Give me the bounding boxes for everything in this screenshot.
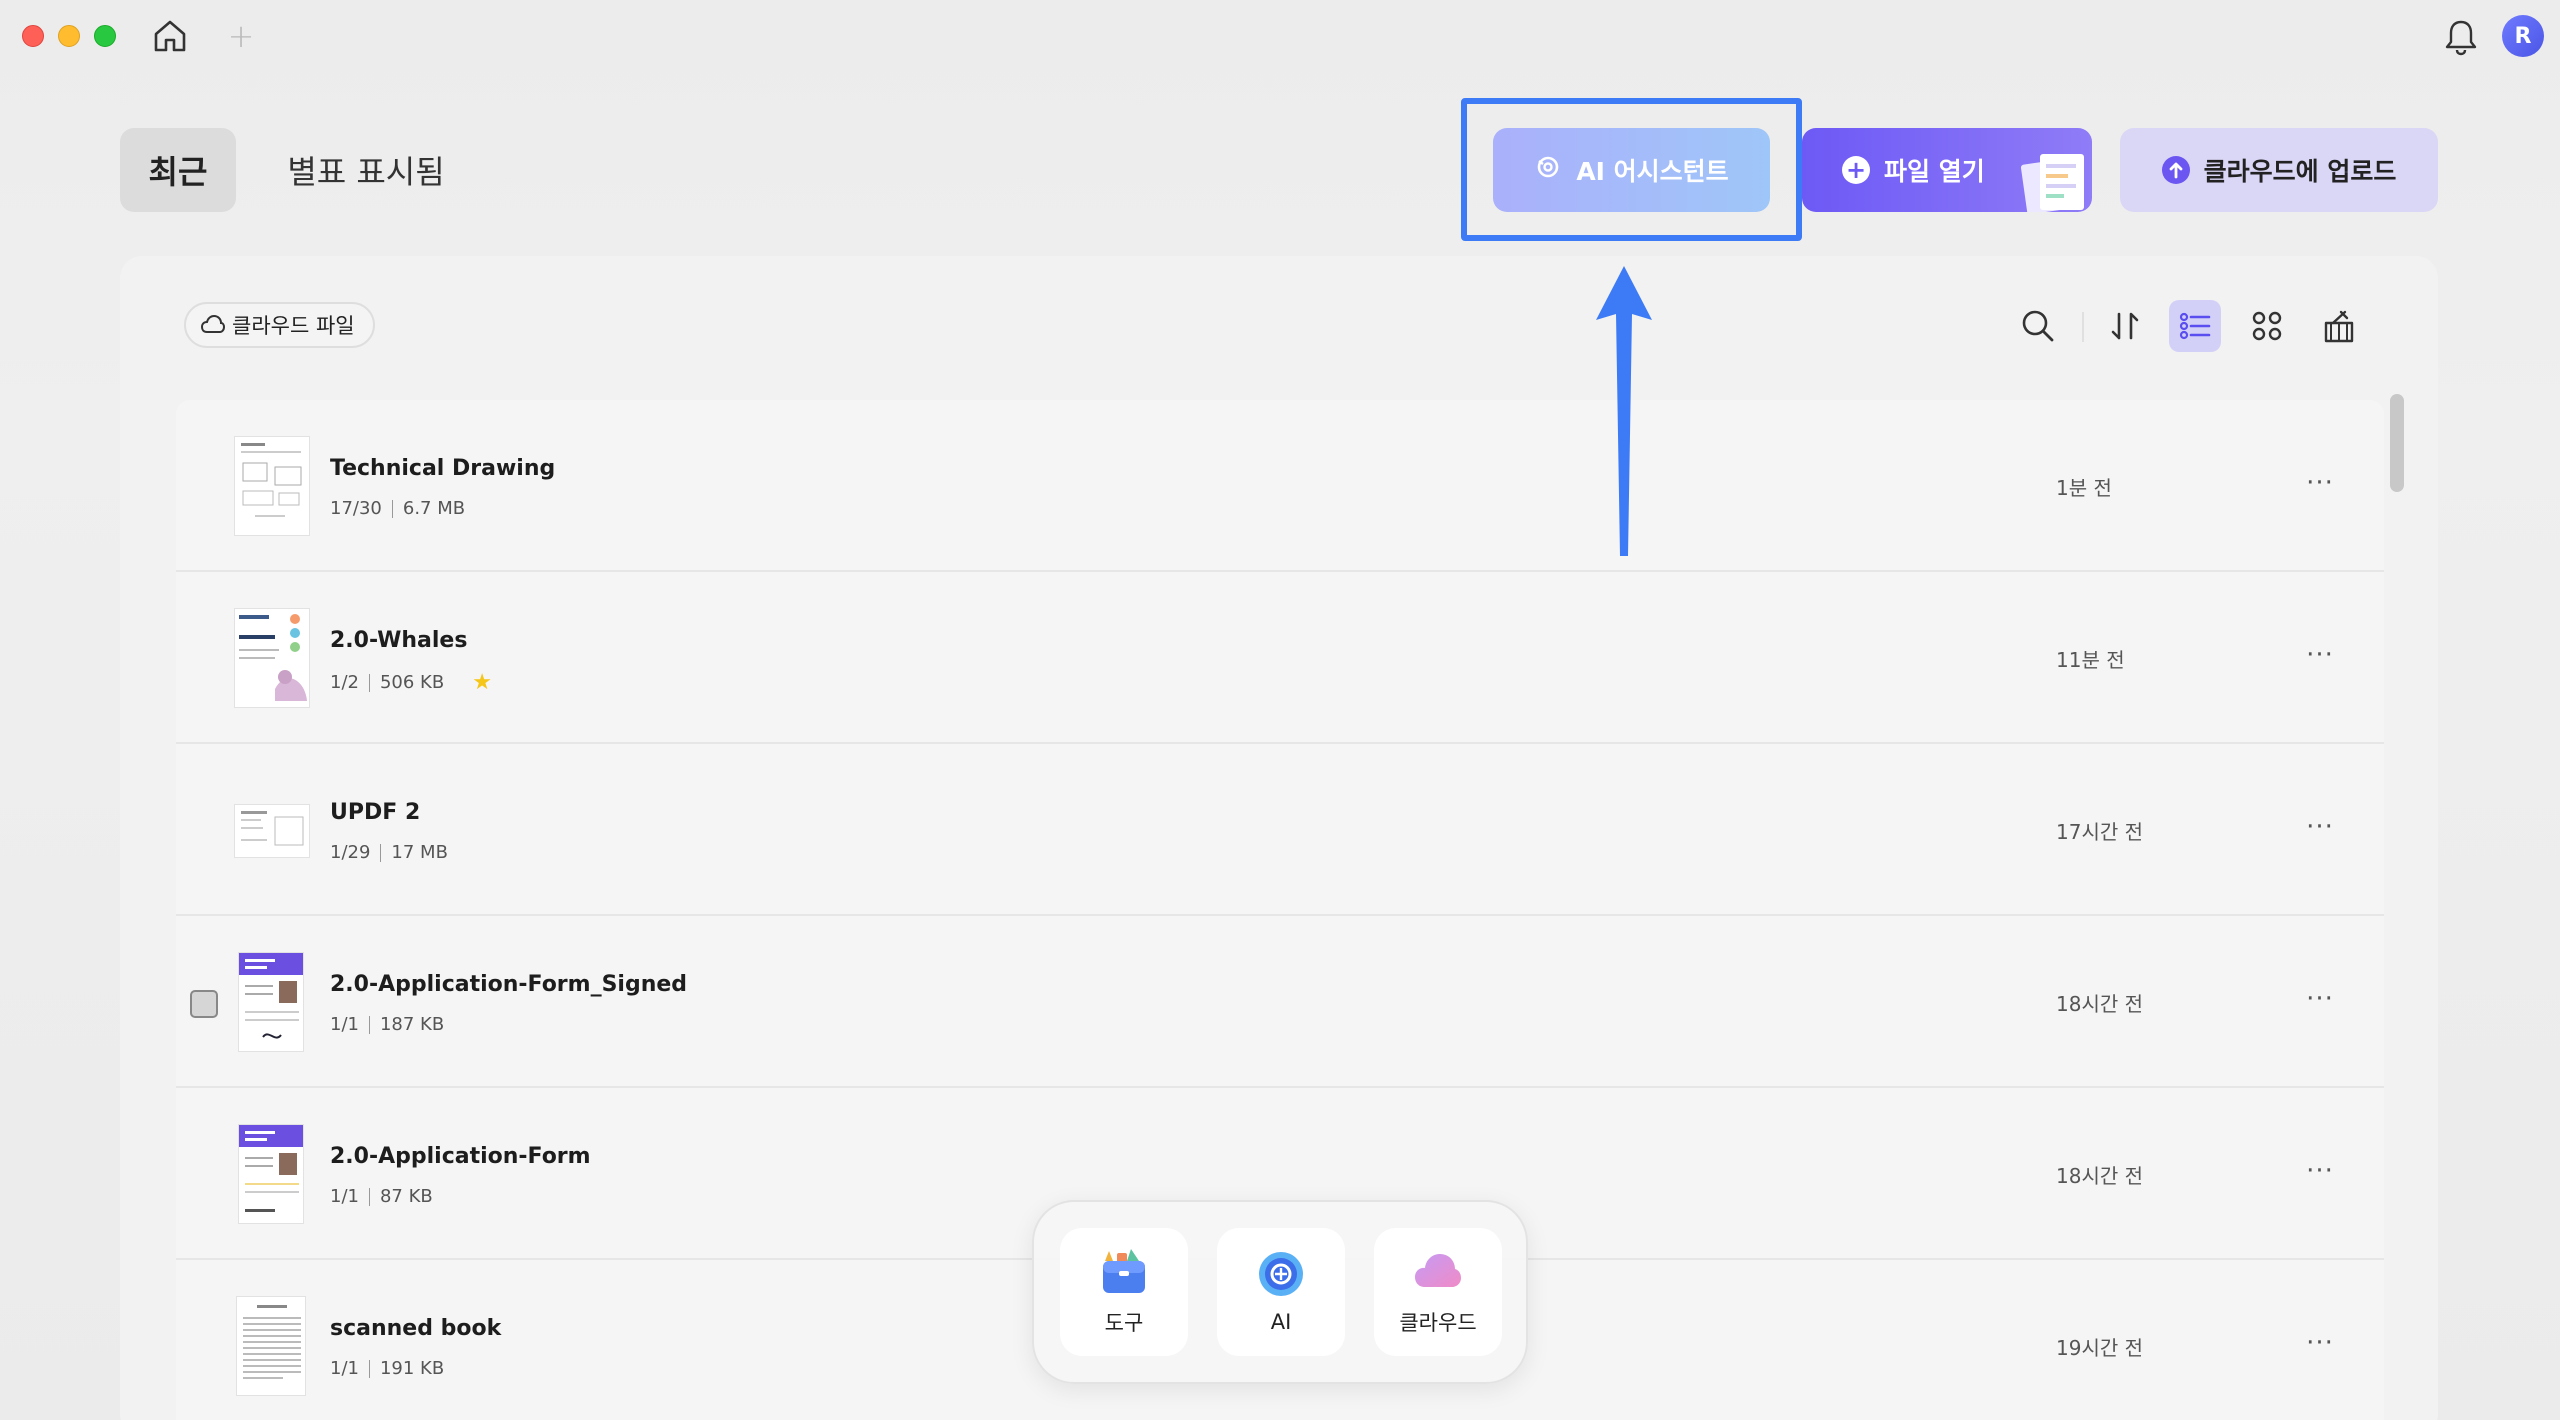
more-options-button[interactable]: ··· — [2300, 812, 2340, 848]
file-modified-time: 1분 전 — [2056, 476, 2112, 500]
scrollbar-thumb[interactable] — [2390, 394, 2404, 492]
trash-basket-icon[interactable] — [2313, 300, 2365, 352]
bottom-dock: 도구 AI 클라우드 — [1032, 1200, 1528, 1384]
minimize-window-button[interactable] — [58, 25, 80, 47]
file-thumbnail — [234, 608, 310, 708]
home-icon[interactable] — [150, 16, 190, 56]
toolbar-divider — [2082, 312, 2084, 342]
bell-icon[interactable] — [2442, 17, 2480, 57]
file-pages: 1/1 — [330, 1358, 359, 1379]
dock-ai-button[interactable]: AI — [1217, 1228, 1345, 1356]
file-meta: 17/30 6.7 MB — [330, 498, 465, 519]
row-checkbox[interactable] — [190, 990, 218, 1018]
more-options-button[interactable]: ··· — [2300, 1156, 2340, 1192]
upload-to-cloud-label: 클라우드에 업로드 — [2203, 157, 2397, 186]
file-name: 2.0-Whales — [330, 628, 468, 653]
file-name: scanned book — [330, 1316, 502, 1341]
file-modified-time: 18시간 전 — [2056, 992, 2144, 1016]
title-bar: + R — [0, 0, 2560, 72]
highlight-box — [1461, 98, 1802, 241]
dock-cloud-label: 클라우드 — [1399, 1311, 1477, 1335]
more-options-button[interactable]: ··· — [2300, 984, 2340, 1020]
file-modified-time: 11분 전 — [2056, 648, 2125, 672]
new-tab-button[interactable]: + — [226, 18, 256, 54]
more-options-button[interactable]: ··· — [2300, 640, 2340, 676]
file-meta: 1/29 17 MB — [330, 842, 448, 863]
file-meta: 1/1 191 KB — [330, 1358, 444, 1379]
file-size: 191 KB — [379, 1358, 445, 1379]
file-modified-time: 19시간 전 — [2056, 1336, 2144, 1360]
more-options-button[interactable]: ··· — [2300, 1328, 2340, 1364]
documents-icon — [2020, 154, 2084, 212]
file-thumbnail — [238, 1124, 304, 1224]
scrollbar-track[interactable] — [2390, 392, 2404, 1420]
file-size: 87 KB — [379, 1186, 433, 1207]
close-window-button[interactable] — [22, 25, 44, 47]
open-file-button[interactable]: + 파일 열기 — [1802, 128, 2092, 212]
tab-starred[interactable]: 별표 표시됨 — [266, 128, 466, 212]
file-row[interactable]: UPDF 2 1/29 17 MB 17시간 전 ··· — [176, 744, 2384, 916]
plus-icon: + — [1842, 156, 1870, 184]
file-pages: 1/2 — [330, 672, 359, 693]
ai-icon — [1259, 1252, 1303, 1296]
file-pages: 17/30 — [330, 498, 382, 519]
dock-ai-label: AI — [1270, 1310, 1292, 1334]
file-modified-time: 17시간 전 — [2056, 820, 2144, 844]
file-name: 2.0-Application-Form_Signed — [330, 972, 688, 997]
cloud-files-label: 클라우드 파일 — [232, 314, 355, 338]
file-size: 6.7 MB — [402, 498, 466, 519]
cloud-icon — [1415, 1254, 1461, 1287]
open-file-label: 파일 열기 — [1884, 157, 1985, 186]
file-size: 187 KB — [379, 1014, 445, 1035]
arrow-up-icon — [1596, 266, 1652, 556]
search-icon[interactable] — [2012, 300, 2064, 352]
app-window: + R 최근 별표 표시됨 AI 어시스턴트 + 파일 열기 클라우드에 업로드 — [0, 0, 2560, 1420]
file-thumbnail — [234, 436, 310, 536]
toolbox-icon — [1103, 1249, 1145, 1293]
star-icon[interactable]: ★ — [472, 670, 492, 695]
tab-recent[interactable]: 최근 — [120, 128, 236, 212]
file-row[interactable]: Technical Drawing 17/30 6.7 MB 1분 전 ··· — [176, 400, 2384, 572]
dock-tools-label: 도구 — [1104, 1311, 1144, 1335]
file-name: Technical Drawing — [330, 456, 556, 481]
dock-cloud-button[interactable]: 클라우드 — [1374, 1228, 1502, 1356]
upload-icon — [2161, 156, 2190, 184]
zoom-window-button[interactable] — [94, 25, 116, 47]
list-view-icon[interactable] — [2169, 300, 2221, 352]
file-size: 17 MB — [391, 842, 448, 863]
cloud-icon — [200, 314, 226, 333]
file-size: 506 KB — [379, 672, 445, 693]
upload-to-cloud-button[interactable]: 클라우드에 업로드 — [2120, 128, 2438, 212]
cloud-files-filter[interactable]: 클라우드 파일 — [184, 302, 375, 348]
file-meta: 1/1 187 KB — [330, 1014, 444, 1035]
file-meta: 1/2 506 KB ★ — [330, 670, 492, 695]
avatar[interactable]: R — [2502, 15, 2544, 57]
file-meta: 1/1 87 KB — [330, 1186, 433, 1207]
file-modified-time: 18시간 전 — [2056, 1164, 2144, 1188]
grid-view-icon[interactable] — [2241, 300, 2293, 352]
file-row[interactable]: 2.0-Whales 1/2 506 KB ★ 11분 전 ··· — [176, 572, 2384, 744]
file-row[interactable]: 2.0-Application-Form_Signed 1/1 187 KB 18… — [176, 916, 2384, 1088]
dock-tools-button[interactable]: 도구 — [1060, 1228, 1188, 1356]
file-thumbnail — [238, 952, 304, 1052]
file-thumbnail — [236, 1296, 306, 1396]
more-options-button[interactable]: ··· — [2300, 468, 2340, 504]
file-name: 2.0-Application-Form — [330, 1144, 591, 1169]
sort-icon[interactable] — [2099, 300, 2151, 352]
file-name: UPDF 2 — [330, 800, 421, 825]
file-thumbnail — [234, 804, 310, 858]
file-pages: 1/1 — [330, 1014, 359, 1035]
file-pages: 1/1 — [330, 1186, 359, 1207]
file-pages: 1/29 — [330, 842, 371, 863]
